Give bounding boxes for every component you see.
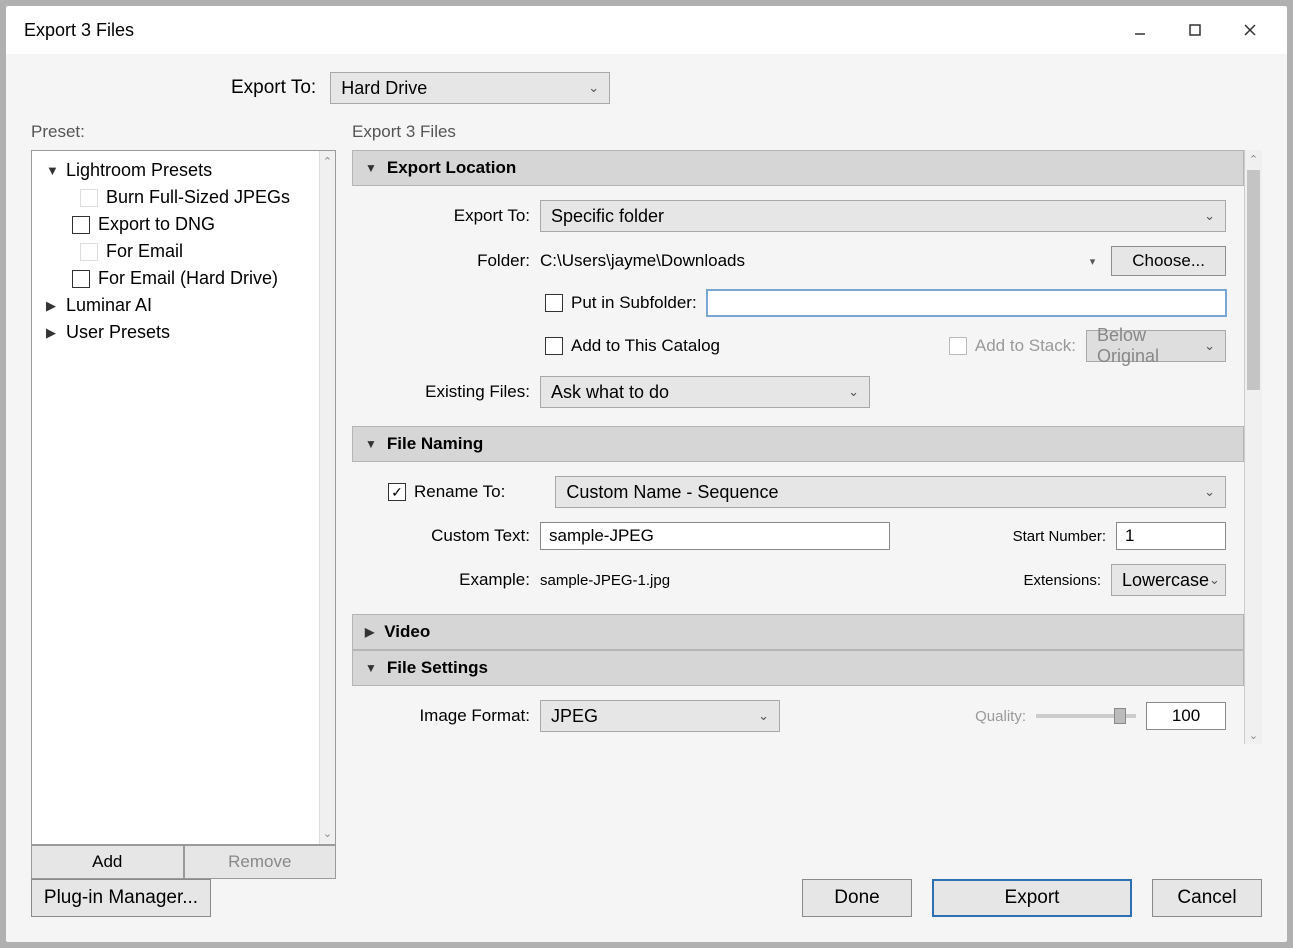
- image-format-dropdown[interactable]: JPEG ⌄: [540, 700, 780, 732]
- preset-burn-fullsize[interactable]: Burn Full-Sized JPEGs: [32, 184, 319, 211]
- preset-label: Preset:: [31, 122, 336, 142]
- extensions-dropdown[interactable]: Lowercase ⌄: [1111, 564, 1226, 596]
- example-value: sample-JPEG-1.jpg: [540, 572, 670, 589]
- preset-group-lightroom[interactable]: ▼ Lightroom Presets: [32, 157, 319, 184]
- chevron-down-icon: ⌄: [588, 80, 599, 96]
- subfolder-input[interactable]: [707, 290, 1226, 316]
- export-dialog: Export 3 Files Export To: Hard Drive ⌄: [6, 6, 1287, 942]
- disclosure-triangle-icon: ▶: [46, 325, 58, 341]
- disclosure-triangle-icon: ▶: [365, 625, 374, 639]
- preset-export-dng[interactable]: Export to DNG: [32, 211, 319, 238]
- preset-for-email[interactable]: For Email: [32, 238, 319, 265]
- close-button[interactable]: [1222, 10, 1277, 50]
- section-file-naming-body: Rename To: Custom Name - Sequence ⌄ Cust…: [352, 462, 1244, 614]
- stack-position-dropdown: Below Original ⌄: [1086, 330, 1226, 362]
- export-to-folder-dropdown[interactable]: Specific folder ⌄: [540, 200, 1226, 232]
- checkbox-rename-to[interactable]: Rename To:: [388, 482, 505, 502]
- section-video-header[interactable]: ▶ Video: [352, 614, 1244, 650]
- checkbox-subfolder[interactable]: Put in Subfolder:: [545, 293, 697, 313]
- start-number-input[interactable]: [1116, 522, 1226, 550]
- checkbox-add-catalog[interactable]: Add to This Catalog: [545, 336, 720, 356]
- extensions-label: Extensions:: [1023, 572, 1101, 589]
- disclosure-triangle-icon: ▶: [46, 298, 58, 314]
- export-button[interactable]: Export: [932, 879, 1132, 917]
- checkbox-icon: [72, 270, 90, 288]
- choose-folder-button[interactable]: Choose...: [1111, 246, 1226, 276]
- chevron-down-icon: ⌄: [848, 384, 859, 400]
- disclosure-triangle-icon: ▼: [365, 161, 377, 175]
- folder-label: Folder:: [370, 251, 530, 271]
- scroll-down-icon: ⌄: [323, 827, 332, 840]
- dialog-footer: Plug-in Manager... Done Export Cancel: [6, 879, 1287, 942]
- export-to-dropdown[interactable]: Hard Drive ⌄: [330, 72, 610, 104]
- section-file-settings-header[interactable]: ▼ File Settings: [352, 650, 1244, 686]
- checkbox-add-stack: Add to Stack:: [949, 336, 1076, 356]
- preset-remove-button[interactable]: Remove: [184, 845, 337, 879]
- scrollbar-thumb[interactable]: [1247, 170, 1260, 390]
- quality-slider[interactable]: [1036, 714, 1136, 718]
- preset-group-user[interactable]: ▶ User Presets: [32, 319, 319, 346]
- scroll-up-icon: ⌃: [1245, 150, 1262, 168]
- checkbox-icon: [72, 216, 90, 234]
- custom-text-input[interactable]: [540, 522, 890, 550]
- chevron-down-icon: ⌄: [1204, 338, 1215, 354]
- existing-files-dropdown[interactable]: Ask what to do ⌄: [540, 376, 870, 408]
- titlebar: Export 3 Files: [6, 6, 1287, 54]
- chevron-down-icon: ⌄: [1204, 484, 1215, 500]
- cancel-button[interactable]: Cancel: [1152, 879, 1262, 917]
- scroll-up-icon: ⌃: [323, 155, 332, 168]
- chevron-down-icon: ⌄: [1209, 572, 1220, 588]
- chevron-down-icon: ⌄: [1204, 208, 1215, 224]
- disclosure-triangle-icon: ▼: [365, 437, 377, 451]
- window-title: Export 3 Files: [16, 20, 1112, 41]
- section-export-location-header[interactable]: ▼ Export Location: [352, 150, 1244, 186]
- maximize-button[interactable]: [1167, 10, 1222, 50]
- custom-text-label: Custom Text:: [370, 526, 530, 546]
- quality-label: Quality:: [975, 708, 1026, 725]
- disclosure-triangle-icon: ▼: [365, 661, 377, 675]
- preset-add-button[interactable]: Add: [31, 845, 184, 879]
- checkbox-icon: [80, 243, 98, 261]
- preset-scrollbar[interactable]: ⌃ ⌄: [319, 151, 335, 844]
- existing-files-label: Existing Files:: [370, 382, 530, 402]
- quality-input[interactable]: [1146, 702, 1226, 730]
- chevron-down-icon: ⌄: [758, 708, 769, 724]
- settings-scrollbar[interactable]: ⌃ ⌄: [1244, 150, 1262, 744]
- plugin-manager-button[interactable]: Plug-in Manager...: [31, 879, 211, 917]
- minimize-button[interactable]: [1112, 10, 1167, 50]
- checkbox-icon: [80, 189, 98, 207]
- rename-template-dropdown[interactable]: Custom Name - Sequence ⌄: [555, 476, 1226, 508]
- export-to-label: Export To:: [370, 206, 530, 226]
- disclosure-triangle-icon: ▼: [46, 163, 58, 178]
- preset-for-email-hd[interactable]: For Email (Hard Drive): [32, 265, 319, 292]
- example-label: Example:: [370, 570, 530, 590]
- section-export-location-body: Export To: Specific folder ⌄ Folder: C:\…: [352, 186, 1244, 426]
- right-pane-label: Export 3 Files: [352, 122, 1262, 142]
- chevron-down-icon[interactable]: ▾: [1090, 255, 1096, 268]
- preset-list: ▼ Lightroom Presets Burn Full-Sized JPEG…: [31, 150, 336, 845]
- export-to-label: Export To:: [231, 77, 316, 99]
- preset-group-luminar[interactable]: ▶ Luminar AI: [32, 292, 319, 319]
- image-format-label: Image Format:: [370, 706, 530, 726]
- section-file-naming-header[interactable]: ▼ File Naming: [352, 426, 1244, 462]
- done-button[interactable]: Done: [802, 879, 912, 917]
- start-number-label: Start Number:: [1013, 528, 1106, 545]
- section-file-settings-body: Image Format: JPEG ⌄ Quality:: [352, 686, 1244, 732]
- scroll-down-icon: ⌄: [1245, 726, 1262, 744]
- folder-path: C:\Users\jayme\Downloads: [540, 251, 1080, 271]
